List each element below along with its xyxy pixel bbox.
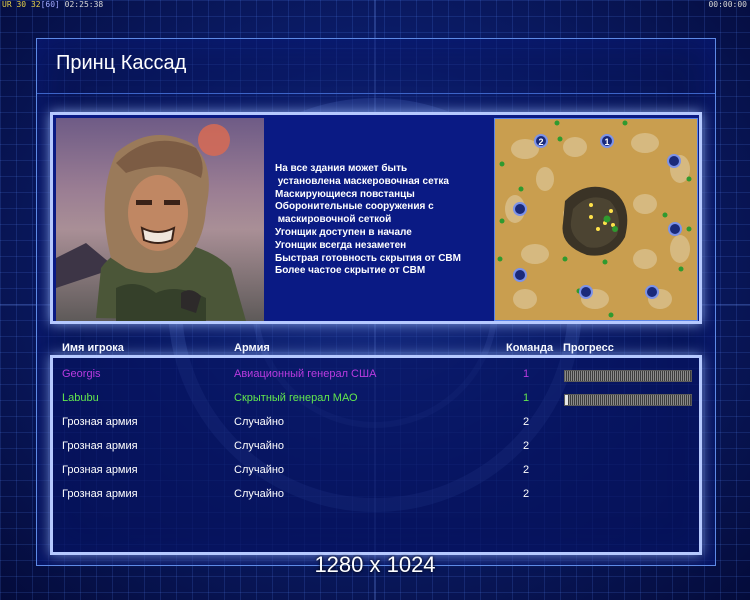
progress-bar bbox=[564, 370, 692, 382]
player-army: Случайно bbox=[234, 488, 285, 500]
player-row[interactable]: Грозная армия Случайно 2 bbox=[53, 435, 699, 459]
player-team: 2 bbox=[522, 416, 530, 428]
player-army: Случайно bbox=[234, 440, 285, 452]
player-team: 2 bbox=[522, 488, 530, 500]
player-row[interactable]: Labubu Скрытный генерал МАО 1 bbox=[53, 387, 699, 411]
feature-item: Угонщик доступен в начале bbox=[275, 226, 412, 238]
col-player-header: Имя игрока bbox=[62, 342, 124, 354]
player-name: Грозная армия bbox=[62, 416, 138, 428]
players-table: Georgis Авиационный генерал США 1 Labubu… bbox=[50, 355, 702, 555]
timer-readout: 00:00:00 bbox=[708, 0, 747, 9]
feature-item: Более частое скрытие от СВМ bbox=[275, 265, 426, 277]
general-features-list: На все здания может быть установлена мас… bbox=[275, 163, 500, 278]
player-name: Грозная армия bbox=[62, 440, 138, 452]
player-team: 2 bbox=[522, 464, 530, 476]
player-army: Авиационный генерал США bbox=[234, 368, 377, 380]
map-start-label: 2 bbox=[538, 137, 543, 147]
feature-item: установлена маскеровочная сетка bbox=[275, 175, 449, 187]
feature-item: Быстрая готовность скрытия от СВМ bbox=[275, 252, 461, 264]
player-army: Случайно bbox=[234, 416, 285, 428]
status-overlay: UR 30 32[60] 02:25:38 00:00:00 bbox=[0, 0, 750, 10]
feature-item: Угонщик всегда незаметен bbox=[275, 239, 407, 251]
portrait-image bbox=[56, 124, 246, 321]
player-team: 2 bbox=[522, 440, 530, 452]
player-team: 1 bbox=[522, 392, 530, 404]
player-row[interactable]: Грозная армия Случайно 2 bbox=[53, 483, 699, 507]
col-team-header: Команда bbox=[506, 342, 554, 354]
player-row[interactable]: Грозная армия Случайно 2 bbox=[53, 411, 699, 435]
feature-item: Оборонительные сооружения с bbox=[275, 201, 434, 213]
feature-item: На все здания может быть bbox=[275, 163, 408, 174]
general-info-panel: На все здания может быть установлена мас… bbox=[50, 112, 702, 324]
progress-fill bbox=[565, 395, 568, 405]
player-army: Случайно bbox=[234, 464, 285, 476]
player-row[interactable]: Georgis Авиационный генерал США 1 bbox=[53, 363, 699, 387]
player-name: Грозная армия bbox=[62, 464, 138, 476]
player-row[interactable]: Грозная армия Случайно 2 bbox=[53, 459, 699, 483]
resolution-watermark: 1280 x 1024 bbox=[314, 552, 436, 577]
player-name: Грозная армия bbox=[62, 488, 138, 500]
col-progress-header: Прогресс bbox=[563, 342, 614, 354]
general-portrait bbox=[56, 118, 264, 321]
col-army-header: Армия bbox=[234, 342, 270, 354]
player-army: Скрытный генерал МАО bbox=[234, 392, 358, 404]
player-name: Labubu bbox=[62, 392, 99, 404]
feature-item: Маскирующиеся повстанцы bbox=[275, 188, 415, 200]
fps-readout: UR 30 32[60] 02:25:38 bbox=[2, 0, 104, 9]
player-team: 1 bbox=[522, 368, 530, 380]
progress-bar bbox=[564, 394, 692, 406]
feature-item: маскировочной сеткой bbox=[275, 214, 392, 226]
map-preview[interactable]: 2 1 bbox=[494, 118, 698, 321]
map-image: 2 1 bbox=[495, 119, 697, 320]
general-title: Принц Кассад bbox=[56, 52, 187, 74]
player-name: Georgis bbox=[62, 368, 101, 380]
map-start-label: 1 bbox=[604, 137, 609, 147]
